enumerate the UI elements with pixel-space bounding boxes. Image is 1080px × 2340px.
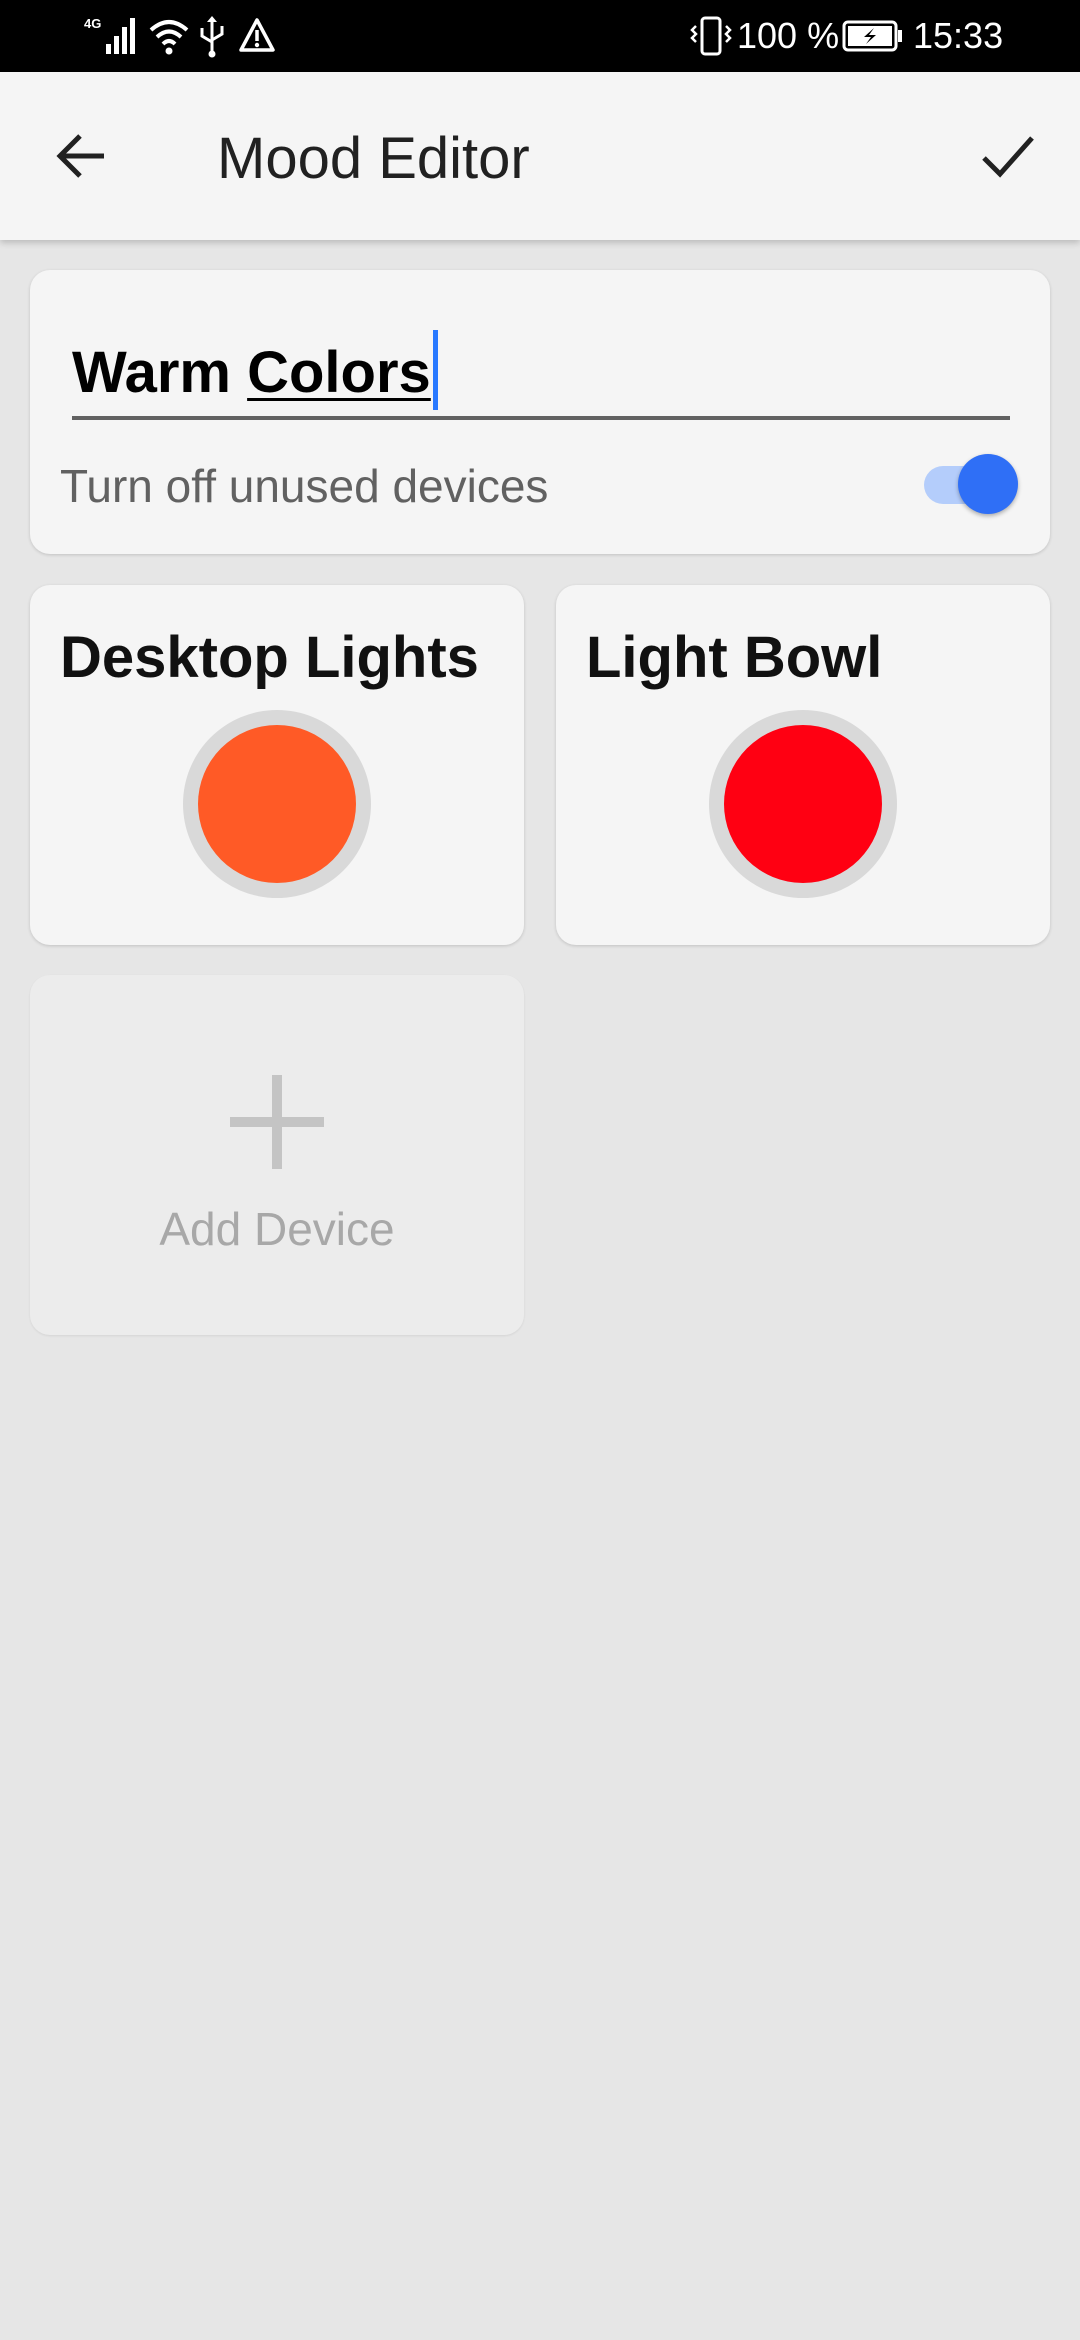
battery-percent: 100 % — [737, 15, 840, 56]
arrow-back-icon — [56, 134, 104, 178]
battery-charging-icon — [842, 20, 902, 52]
save-button[interactable] — [966, 114, 1050, 198]
mood-name-input[interactable]: Warm Colors — [72, 330, 1010, 420]
vibrate-icon — [690, 16, 732, 56]
network-type-label: 4G — [84, 16, 101, 31]
app-bar: Mood Editor — [0, 72, 1080, 240]
toggle-thumb — [958, 454, 1018, 514]
device-card-desktop-lights[interactable]: Desktop Lights — [30, 585, 524, 945]
status-time: 15:33 — [913, 15, 1004, 56]
mood-name-part2: Colors — [247, 340, 431, 405]
usb-icon — [200, 16, 224, 58]
color-swatch-fill — [198, 725, 356, 883]
wifi-icon — [149, 20, 189, 55]
turn-off-unused-toggle[interactable] — [914, 450, 1018, 518]
signal-icon: 4G — [84, 16, 135, 54]
mood-name-value: Warm Colors — [72, 336, 431, 416]
device-name: Light Bowl — [586, 625, 883, 690]
mood-name-part1: Warm — [72, 340, 248, 405]
plus-icon — [230, 1075, 324, 1169]
page-title: Mood Editor — [217, 126, 530, 191]
status-bar: 4G 100 % 15:33 — [0, 0, 1080, 72]
add-device-label: Add Device — [159, 1203, 395, 1255]
device-card-light-bowl[interactable]: Light Bowl — [556, 585, 1050, 945]
device-name: Desktop Lights — [60, 625, 479, 690]
color-swatch[interactable] — [183, 710, 371, 898]
color-swatch[interactable] — [709, 710, 897, 898]
text-cursor — [432, 330, 438, 410]
mood-settings-card: Warm Colors Turn off unused devices — [30, 270, 1050, 554]
warning-icon — [239, 18, 275, 52]
check-icon — [982, 136, 1034, 178]
color-swatch-fill — [724, 725, 882, 883]
add-device-button[interactable]: Add Device — [30, 975, 524, 1335]
turn-off-unused-label: Turn off unused devices — [60, 460, 549, 512]
back-button[interactable] — [40, 114, 124, 198]
